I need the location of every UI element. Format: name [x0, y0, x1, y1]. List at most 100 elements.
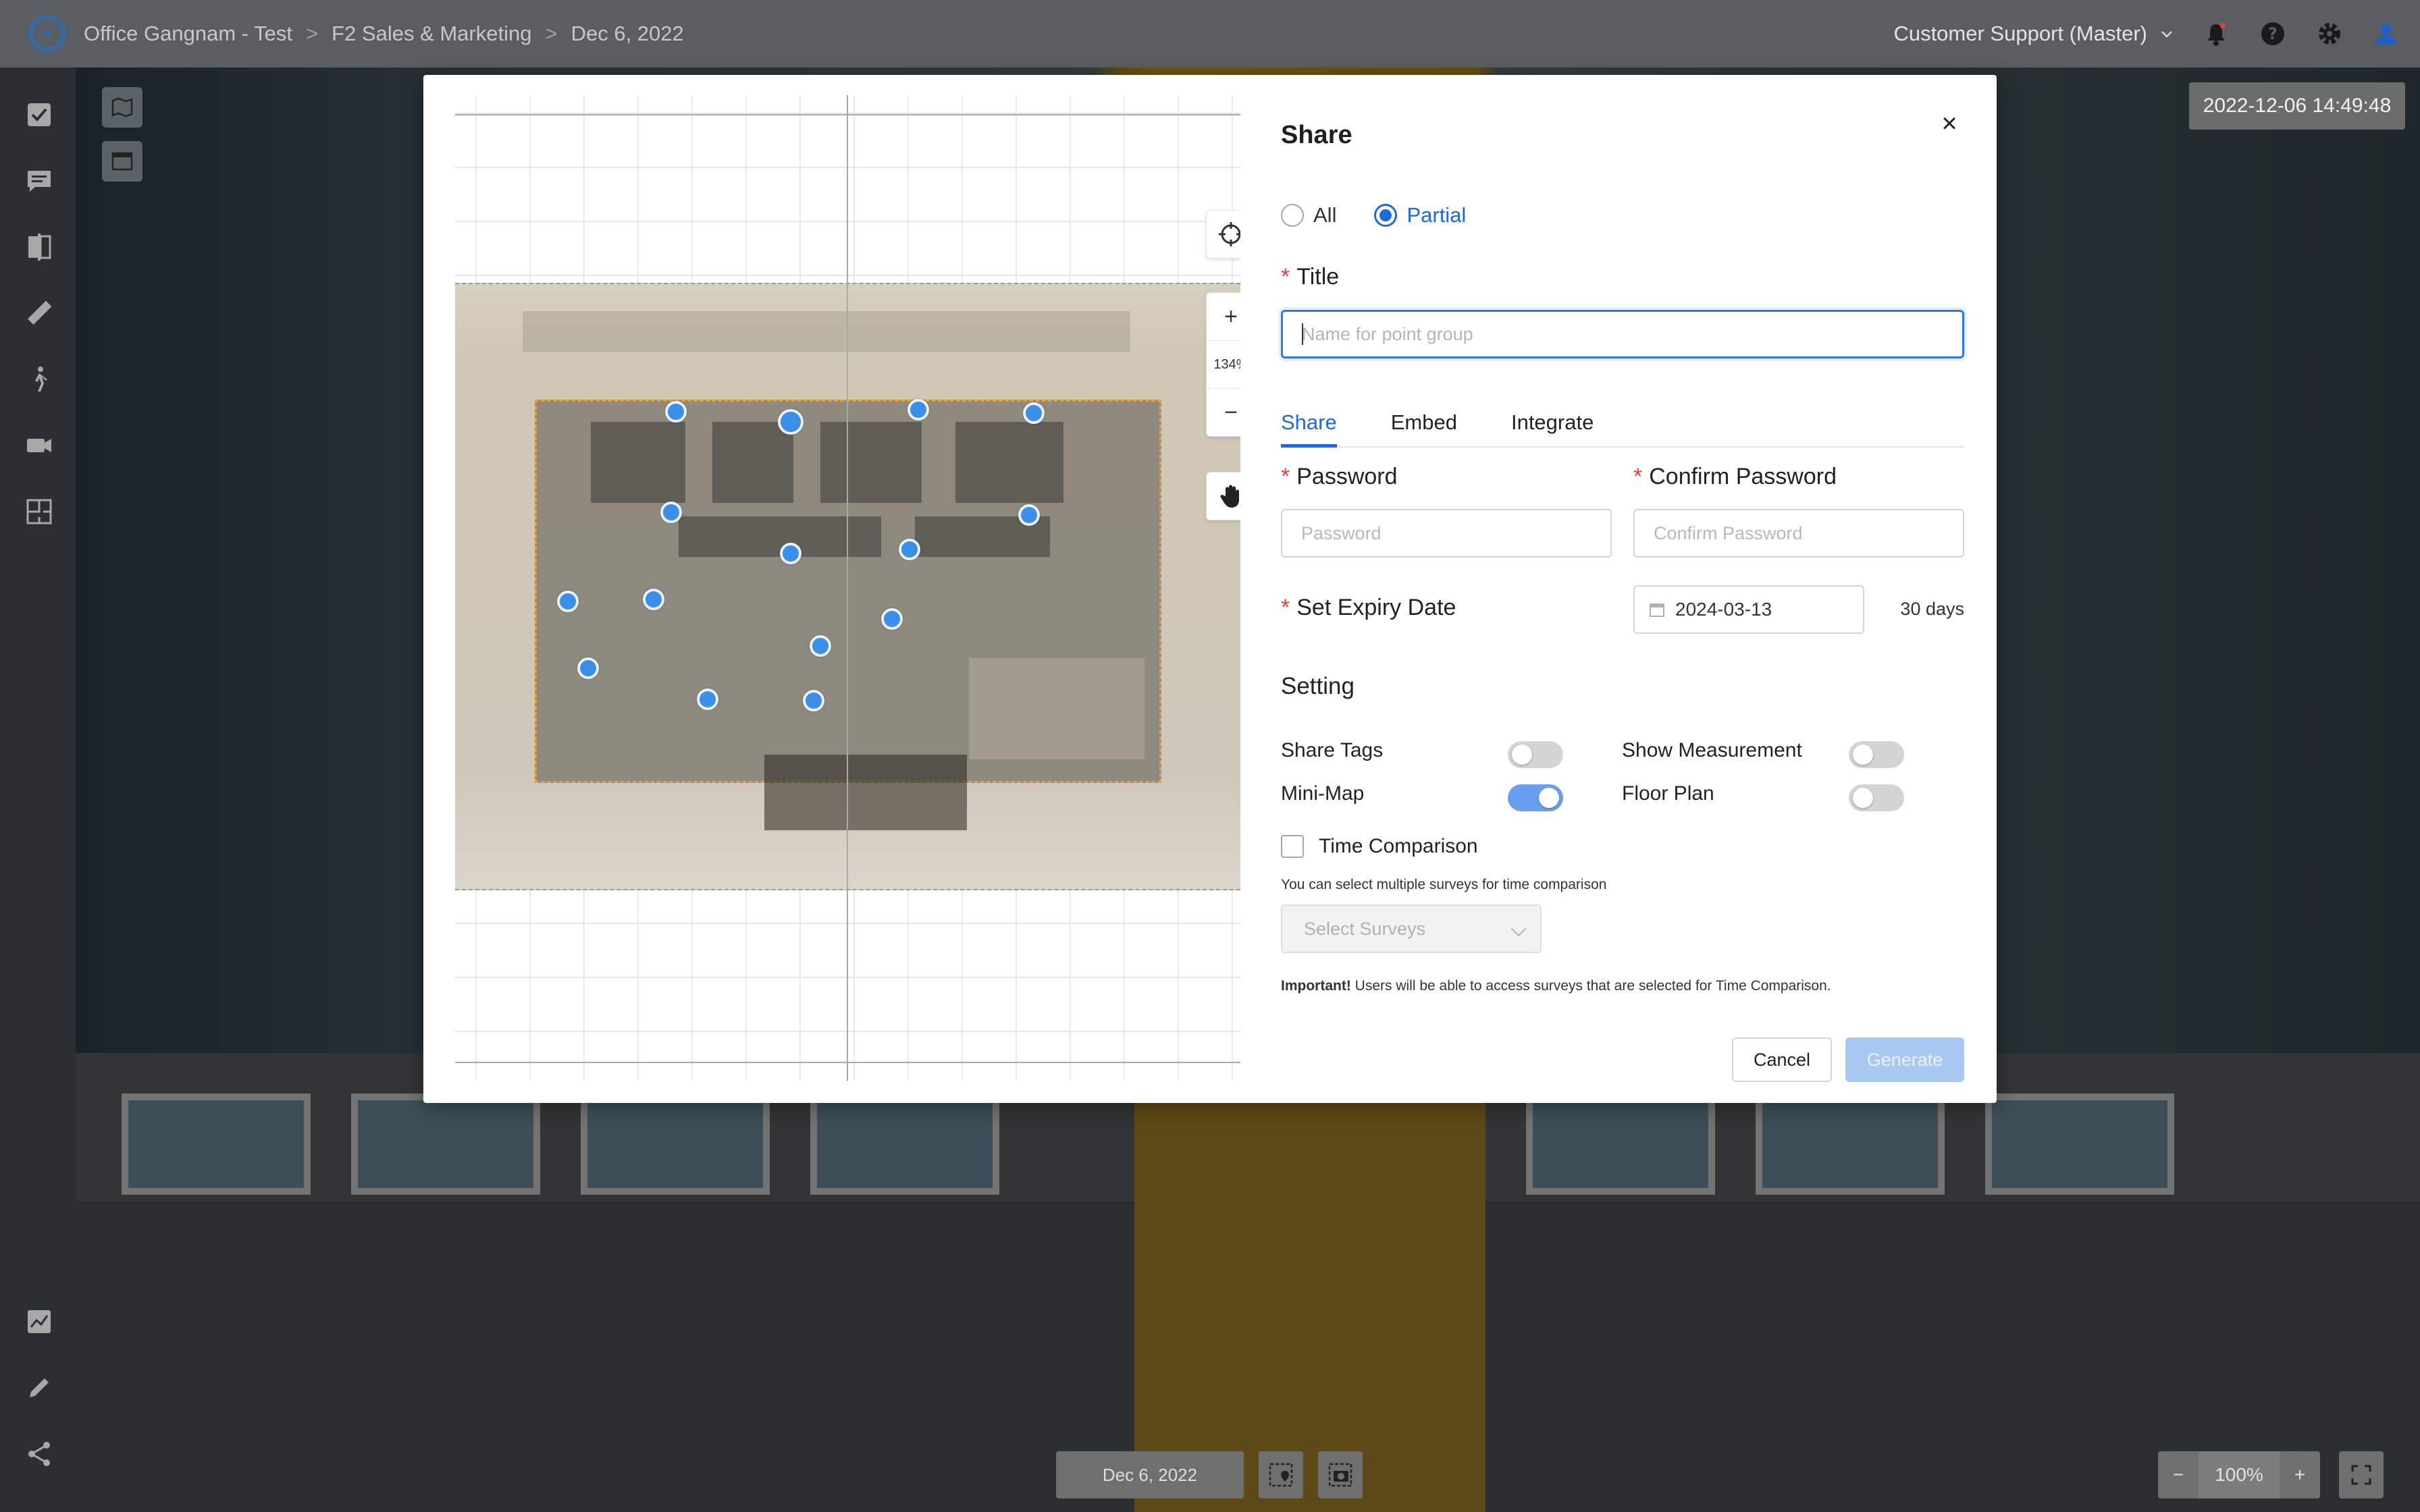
compare-icon[interactable]	[24, 232, 54, 262]
capture-point[interactable]	[660, 502, 682, 523]
radio-partial[interactable]	[1374, 204, 1398, 227]
tab-embed[interactable]: Embed	[1391, 399, 1457, 446]
capture-point[interactable]	[557, 591, 579, 612]
confirm-password-label: * Confirm Password	[1633, 464, 1837, 489]
capture-point[interactable]	[780, 543, 801, 564]
hand-icon	[1220, 485, 1239, 508]
help-icon[interactable]: ?	[2258, 19, 2288, 49]
breadcrumb-item-floor[interactable]: F2 Sales & Marketing	[332, 22, 531, 46]
title-input[interactable]: Name for point group	[1281, 310, 1964, 358]
tab-share[interactable]: Share	[1281, 399, 1337, 448]
capture-point[interactable]	[643, 589, 664, 610]
fullscreen-button[interactable]	[2339, 1451, 2384, 1498]
recenter-button[interactable]	[1206, 210, 1240, 259]
capture-point[interactable]	[881, 608, 903, 630]
confirm-password-field[interactable]: Confirm Password	[1633, 509, 1964, 558]
expiry-date-value: 2024-03-13	[1675, 599, 1772, 620]
password-label: * Password	[1281, 464, 1398, 489]
viewer-zoom-in-button[interactable]: +	[2280, 1451, 2320, 1498]
share-tags-label: Share Tags	[1281, 739, 1384, 761]
tab-integrate[interactable]: Integrate	[1511, 399, 1594, 446]
capture-point[interactable]	[803, 690, 824, 711]
settings-gear-icon[interactable]	[2315, 19, 2344, 49]
map-zoom-control: + 134% −	[1206, 292, 1240, 437]
camera-icon	[1328, 1463, 1352, 1487]
share-modal: + 134% − × Share All Partial *Title	[423, 75, 1997, 1103]
capture-point[interactable]	[810, 635, 831, 657]
edit-pen-icon[interactable]	[24, 1373, 54, 1403]
show-measurement-label: Show Measurement	[1622, 739, 1802, 761]
scope-partial-option[interactable]: Partial	[1374, 203, 1466, 227]
scope-all-option[interactable]: All	[1281, 203, 1336, 227]
capture-point[interactable]	[1023, 402, 1045, 424]
breadcrumb-item-date[interactable]: Dec 6, 2022	[571, 22, 684, 46]
show-measurement-toggle[interactable]	[1849, 741, 1904, 768]
capture-point[interactable]	[908, 399, 929, 421]
map-zoom-in-button[interactable]: +	[1207, 293, 1240, 340]
capture-point[interactable]	[697, 688, 718, 710]
generate-button[interactable]: Generate	[1845, 1037, 1964, 1082]
map-zoom-level: 134%	[1213, 356, 1240, 372]
map-axis-vertical	[847, 95, 848, 1081]
user-menu-label: Customer Support (Master)	[1893, 22, 2147, 45]
video-icon[interactable]	[24, 431, 54, 460]
pan-tool-button[interactable]	[1206, 472, 1240, 520]
select-surveys-placeholder: Select Surveys	[1304, 918, 1426, 939]
scope-partial-label: Partial	[1406, 203, 1467, 227]
ruler-icon[interactable]	[24, 298, 54, 328]
map-toggle-button[interactable]	[102, 87, 142, 128]
text-caret	[1302, 323, 1303, 345]
user-icon[interactable]	[2371, 19, 2401, 49]
walk-icon[interactable]	[24, 364, 54, 394]
layout-toggle-button[interactable]	[102, 141, 142, 182]
fullscreen-icon	[2351, 1465, 2371, 1485]
checklist-icon[interactable]	[24, 100, 54, 130]
breadcrumb-separator: >	[306, 22, 319, 45]
password-field[interactable]: Password	[1281, 509, 1612, 558]
floorplan-icon[interactable]	[24, 497, 54, 526]
capture-point[interactable]	[1018, 504, 1040, 526]
selection-area[interactable]	[535, 400, 1161, 783]
comment-icon[interactable]	[24, 166, 54, 196]
mini-map-toggle[interactable]	[1508, 784, 1563, 811]
capture-point[interactable]	[577, 657, 599, 679]
bell-icon[interactable]	[2201, 19, 2231, 49]
map-icon	[111, 97, 133, 117]
cancel-button[interactable]: Cancel	[1732, 1037, 1832, 1082]
select-surveys-dropdown[interactable]: Select Surveys	[1281, 905, 1542, 953]
capture-timestamp: 2022-12-06 14:49:48	[2189, 82, 2405, 130]
location-pin-button[interactable]	[1259, 1451, 1303, 1498]
app-logo[interactable]	[28, 15, 66, 53]
title-label: * Title	[1281, 264, 1340, 290]
time-comparison-checkbox[interactable]	[1281, 835, 1304, 858]
calendar-icon	[1650, 603, 1664, 617]
time-comparison-hint: You can select multiple surveys for time…	[1281, 877, 1607, 892]
capture-point[interactable]	[778, 409, 804, 435]
share-tabs: Share Embed Integrate	[1281, 399, 1964, 448]
capture-point[interactable]	[899, 539, 920, 560]
map-pin-icon	[1269, 1463, 1293, 1487]
user-menu[interactable]: Customer Support (Master)	[1893, 22, 2174, 46]
viewer-zoom-out-button[interactable]: −	[2158, 1451, 2199, 1498]
modal-title: Share	[1281, 121, 1352, 149]
share-tags-toggle[interactable]	[1508, 741, 1563, 768]
chart-icon[interactable]	[24, 1307, 54, 1336]
title-placeholder: Name for point group	[1302, 323, 1473, 344]
time-comparison-label: Time Comparison	[1319, 835, 1478, 857]
radio-all[interactable]	[1281, 204, 1304, 227]
survey-date-selector[interactable]: Dec 6, 2022	[1056, 1451, 1244, 1498]
breadcrumb: Office Gangnam - Test > F2 Sales & Marke…	[84, 22, 684, 46]
capture-point[interactable]	[665, 401, 687, 423]
expiry-date-picker[interactable]: 2024-03-13	[1633, 585, 1864, 634]
close-modal-button[interactable]: ×	[1936, 109, 1963, 138]
snapshot-button[interactable]	[1318, 1451, 1363, 1498]
share-icon[interactable]	[24, 1439, 54, 1469]
minimap-canvas[interactable]: + 134% −	[455, 95, 1240, 1081]
breadcrumb-separator: >	[545, 22, 558, 45]
floor-plan-toggle[interactable]	[1849, 784, 1904, 811]
svg-text:?: ?	[2268, 24, 2278, 43]
crosshair-icon	[1219, 222, 1240, 246]
breadcrumb-item-site[interactable]: Office Gangnam - Test	[84, 22, 292, 46]
mini-map-label: Mini-Map	[1281, 782, 1365, 805]
map-zoom-out-button[interactable]: −	[1207, 389, 1240, 436]
